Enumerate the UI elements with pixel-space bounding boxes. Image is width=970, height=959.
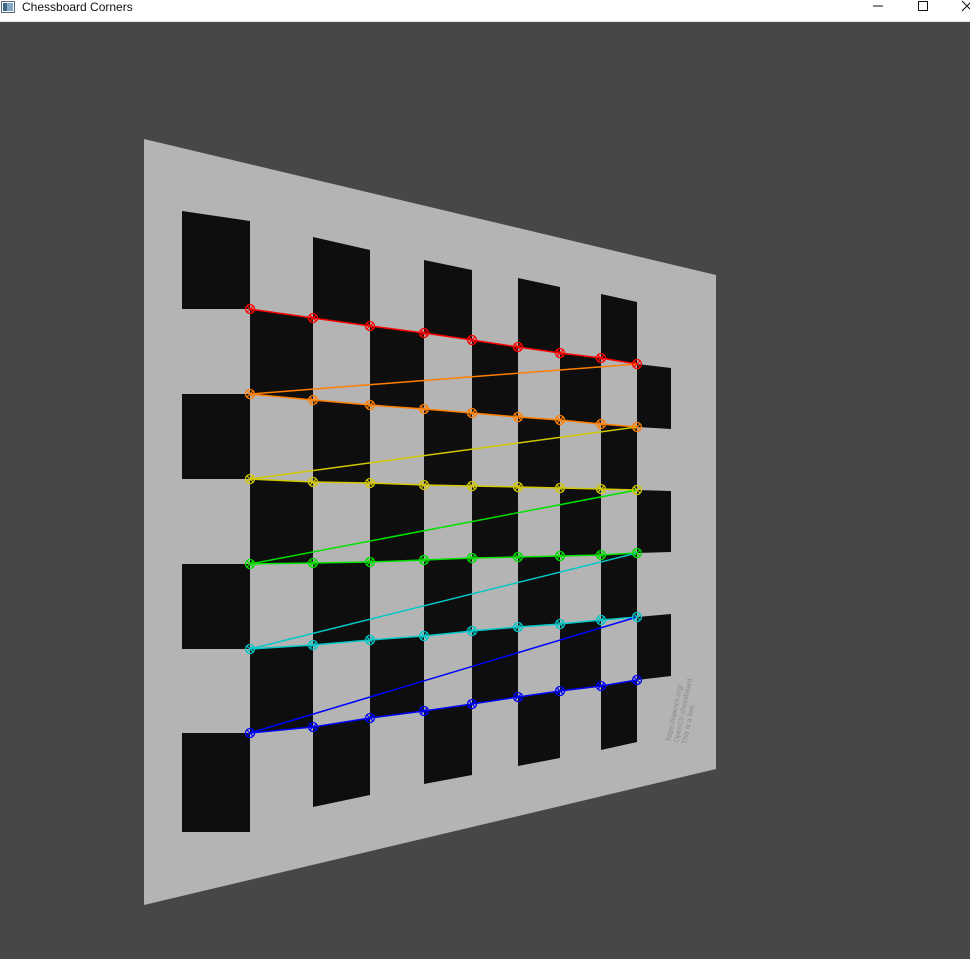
corner-link-line bbox=[312, 561, 371, 564]
close-icon bbox=[961, 0, 970, 12]
board-square bbox=[637, 364, 671, 429]
corner-link-line bbox=[471, 556, 519, 559]
board-square bbox=[601, 294, 637, 364]
app-window-icon bbox=[1, 1, 17, 15]
board-square bbox=[518, 556, 560, 627]
board-square bbox=[472, 340, 518, 417]
corner-link-line bbox=[471, 485, 519, 488]
board-square bbox=[472, 486, 518, 558]
maximize-button[interactable] bbox=[900, 0, 946, 22]
board-square bbox=[424, 558, 472, 636]
board-square bbox=[518, 417, 560, 488]
board-square bbox=[637, 490, 671, 553]
board-square bbox=[182, 733, 250, 832]
board-square bbox=[560, 620, 601, 691]
board-square bbox=[370, 326, 424, 409]
corner-link-line bbox=[423, 484, 473, 487]
board-square bbox=[424, 260, 472, 340]
board-square bbox=[370, 483, 424, 562]
board-square bbox=[182, 394, 250, 479]
board-square bbox=[518, 278, 560, 353]
image-viewport: This is a 9x6 OpenCV chessboard https://… bbox=[0, 22, 970, 959]
window-title: Chessboard Corners bbox=[22, 0, 133, 14]
board-square bbox=[560, 353, 601, 424]
board-square bbox=[313, 718, 370, 807]
board-square bbox=[601, 424, 637, 490]
board-square bbox=[601, 553, 637, 620]
board-square bbox=[313, 400, 370, 483]
minimize-icon bbox=[873, 5, 883, 7]
chessboard-scene: This is a 9x6 OpenCV chessboard https://… bbox=[144, 139, 716, 905]
board-square bbox=[250, 309, 313, 400]
board-square bbox=[637, 614, 671, 680]
board-square bbox=[370, 636, 424, 718]
close-button[interactable] bbox=[944, 0, 970, 22]
minimize-button[interactable] bbox=[855, 0, 901, 22]
board-square bbox=[182, 564, 250, 649]
board-square bbox=[313, 237, 370, 326]
board-square bbox=[424, 409, 472, 486]
corner-link-line bbox=[249, 562, 314, 565]
board-square bbox=[250, 645, 313, 733]
corner-link-line bbox=[517, 486, 561, 489]
board-square bbox=[424, 704, 472, 784]
corner-link-line bbox=[559, 554, 602, 557]
corner-link-line bbox=[600, 488, 638, 491]
board-square bbox=[472, 627, 518, 704]
corner-link-line bbox=[559, 487, 602, 490]
board-square bbox=[313, 562, 370, 645]
corner-link-line bbox=[517, 555, 561, 558]
board-square bbox=[518, 691, 560, 766]
board-square bbox=[601, 680, 637, 750]
corner-link-line bbox=[312, 481, 371, 484]
board-square bbox=[250, 479, 313, 564]
window-titlebar: Chessboard Corners bbox=[0, 0, 970, 22]
board-square bbox=[182, 211, 250, 309]
maximize-icon bbox=[918, 1, 928, 11]
